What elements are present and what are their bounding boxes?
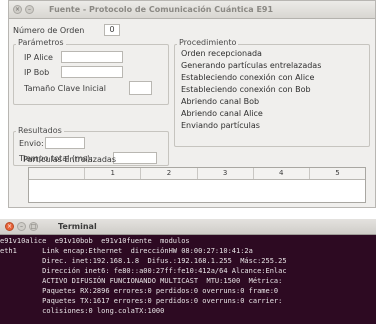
- terminal-line: Dirección inet6: fe80::a00:27ff:fe10:412…: [0, 267, 287, 275]
- minimize-icon[interactable]: –: [25, 5, 34, 14]
- procedimiento-title: Procedimiento: [177, 38, 239, 47]
- ip-alice-input[interactable]: [61, 51, 123, 63]
- proc-item-1: Orden recepcionada: [181, 49, 262, 58]
- tiempo-total-field[interactable]: [113, 152, 157, 164]
- particulas-title: Partículas Entrelazadas: [23, 155, 116, 164]
- proc-item-6: Abriendo canal Alice: [181, 109, 263, 118]
- terminal-line: colisiones:0 long.colaTX:1000: [0, 307, 165, 315]
- ip-bob-input[interactable]: [61, 66, 123, 78]
- column-header[interactable]: 2: [141, 168, 198, 179]
- terminal-line: Direc. inet:192.168.1.8 Difus.:192.168.1…: [0, 257, 287, 265]
- column-header[interactable]: 5: [310, 168, 365, 179]
- close-icon[interactable]: ×: [5, 222, 14, 231]
- order-number-field[interactable]: 0: [104, 24, 120, 36]
- parametros-title: Parámetros: [16, 38, 66, 47]
- ip-bob-label: IP Bob: [24, 68, 50, 77]
- order-label: Número de Orden: [13, 26, 85, 35]
- column-header[interactable]: 3: [198, 168, 254, 179]
- proc-item-4: Estableciendo conexión con Bob: [181, 85, 311, 94]
- terminal-title: Terminal: [58, 222, 97, 231]
- terminal-output[interactable]: e91v10alice e91v10bob e91v10fuente modul…: [0, 236, 376, 316]
- terminal-line: ACTIVO DIFUSIÓN FUNCIONANDO MULTICAST MT…: [0, 277, 283, 285]
- proc-item-7: Enviando partículas: [181, 121, 260, 130]
- particulas-table-header: 1 2 3 4 5: [29, 168, 365, 180]
- terminal-titlebar[interactable]: × – □ Terminal: [0, 219, 376, 235]
- particulas-table[interactable]: 1 2 3 4 5: [28, 167, 366, 203]
- terminal-line: Paquetes RX:2896 errores:0 perdidos:0 ov…: [0, 287, 279, 295]
- terminal-window: × – □ Terminal e91v10alice e91v10bob e91…: [0, 219, 376, 324]
- procedimiento-group: Orden recepcionada Generando partículas …: [174, 44, 370, 147]
- proc-item-3: Estableciendo conexión con Alice: [181, 73, 315, 82]
- envio-label: Envio:: [19, 139, 44, 148]
- resultados-title: Resultados: [16, 126, 64, 135]
- main-window-titlebar[interactable]: × – Fuente - Protocolo de Comunicación C…: [9, 1, 375, 19]
- column-header[interactable]: [29, 168, 86, 179]
- close-icon[interactable]: ×: [13, 5, 22, 14]
- ip-alice-label: IP Alice: [24, 53, 53, 62]
- terminal-line: eth1 Link encap:Ethernet direcciónHW 08:…: [0, 247, 253, 255]
- terminal-line: e91v10alice e91v10bob e91v10fuente modul…: [0, 237, 190, 245]
- minimize-icon[interactable]: –: [17, 222, 26, 231]
- column-header[interactable]: 4: [254, 168, 310, 179]
- proc-item-5: Abriendo canal Bob: [181, 97, 260, 106]
- maximize-icon[interactable]: □: [29, 222, 38, 231]
- terminal-line: Paquetes TX:1617 errores:0 perdidos:0 ov…: [0, 297, 283, 305]
- key-size-label: Tamaño Clave Inicial: [24, 84, 106, 93]
- order-number-value: 0: [109, 25, 115, 34]
- window-title: Fuente - Protocolo de Comunicación Cuánt…: [49, 5, 274, 14]
- proc-item-2: Generando partículas entrelazadas: [181, 61, 322, 70]
- envio-field[interactable]: [45, 137, 85, 149]
- key-size-input[interactable]: [129, 81, 152, 95]
- column-header[interactable]: 1: [85, 168, 142, 179]
- main-window: × – Fuente - Protocolo de Comunicación C…: [8, 0, 376, 208]
